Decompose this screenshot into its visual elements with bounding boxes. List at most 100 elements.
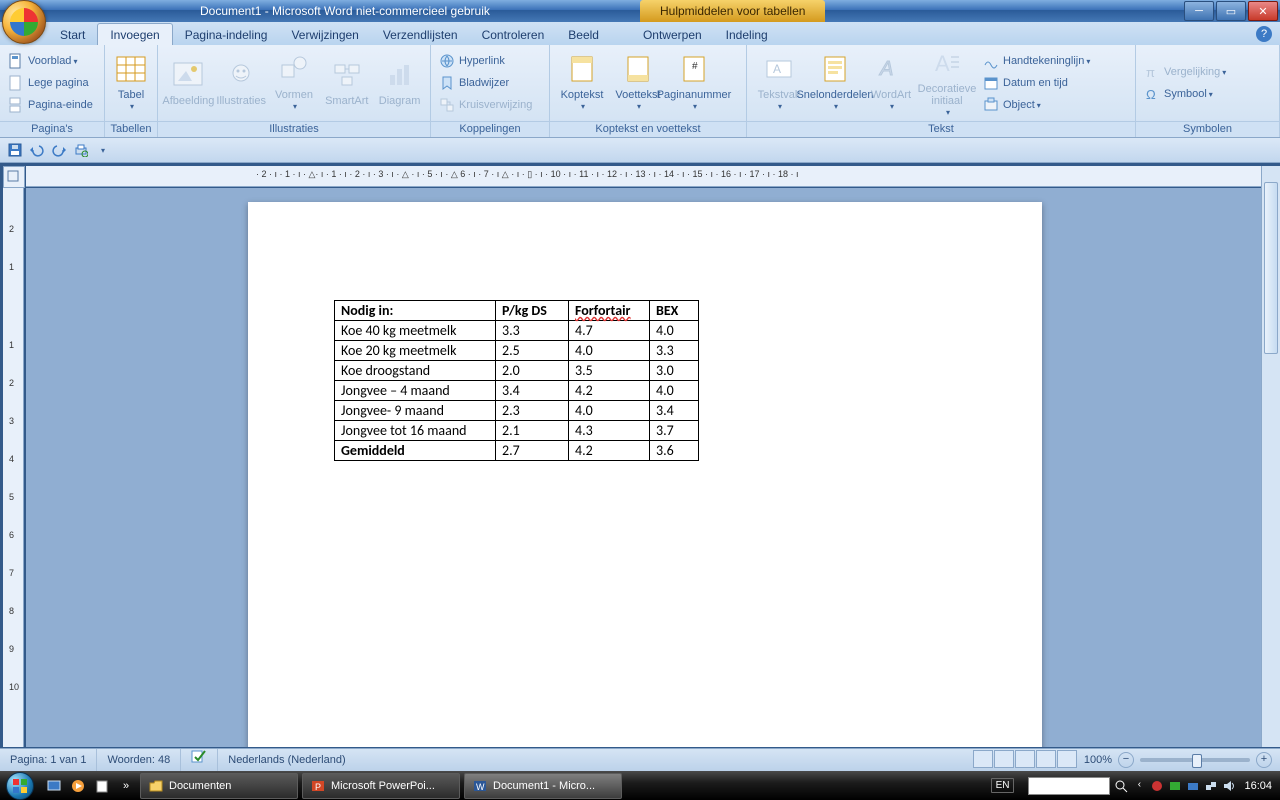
table-cell[interactable]: 2.1 [496,421,569,441]
table-cell[interactable]: Gemiddeld [335,441,496,461]
status-proofing[interactable] [181,749,218,771]
zoom-slider[interactable] [1140,758,1250,762]
bladwijzer-button[interactable]: Bladwijzer [435,72,536,94]
office-button[interactable] [2,0,46,44]
tab-start[interactable]: Start [48,24,97,45]
table-cell[interactable]: 4.0 [569,341,650,361]
table-cell[interactable]: 2.3 [496,401,569,421]
table-cell[interactable]: 3.6 [650,441,699,461]
table-cell[interactable]: 4.0 [650,381,699,401]
table-cell[interactable]: 2.7 [496,441,569,461]
tray-icon-1[interactable] [1150,779,1164,793]
table-cell[interactable]: Jongvee – 4 maand [335,381,496,401]
taskbar-item-powerpoint[interactable]: PMicrosoft PowerPoi... [302,773,460,799]
table-cell[interactable]: Koe 40 kg meetmelk [335,321,496,341]
datum-tijd-button[interactable]: Datum en tijd [979,72,1094,94]
object-button[interactable]: Object▾ [979,94,1094,116]
view-buttons[interactable] [973,750,1078,771]
table-cell[interactable]: Koe 20 kg meetmelk [335,341,496,361]
table-header[interactable]: P/kg DS [496,301,569,321]
table-cell[interactable]: 2.5 [496,341,569,361]
ql-show-desktop[interactable] [44,776,64,796]
status-language[interactable]: Nederlands (Nederland) [218,749,355,771]
clock[interactable]: 16:04 [1244,780,1272,792]
vertical-scrollbar[interactable] [1261,166,1280,747]
tray-icon-3[interactable] [1186,779,1200,793]
input-language[interactable]: EN [991,778,1015,793]
tab-verzendlijsten[interactable]: Verzendlijsten [371,24,470,45]
horizontal-ruler[interactable]: · 2 · ı · 1 · ı · △· ı · 1 · ı · 2 · ı ·… [26,166,1262,187]
lege-pagina-button[interactable]: Lege pagina [4,72,97,94]
taskbar-item-word[interactable]: WDocument1 - Micro... [464,773,622,799]
status-words[interactable]: Woorden: 48 [97,749,181,771]
hyperlink-button[interactable]: Hyperlink [435,50,536,72]
handtekeninglijn-button[interactable]: Handtekeninglijn▾ [979,50,1094,72]
smartart-button[interactable]: SmartArt [320,47,373,119]
table-cell[interactable]: 3.4 [496,381,569,401]
document-table[interactable]: Nodig in: P/kg DS Forfortair BEX Koe 40 … [334,300,699,461]
koptekst-button[interactable]: Koptekst▾ [554,47,610,119]
table-cell[interactable]: 4.3 [569,421,650,441]
save-button[interactable] [6,141,24,159]
table-cell[interactable]: 4.0 [650,321,699,341]
vergelijking-button[interactable]: πVergelijking▾ [1140,61,1230,83]
minimize-button[interactable]: ─ [1184,1,1214,21]
close-button[interactable]: ✕ [1248,1,1278,21]
symbool-button[interactable]: ΩSymbool▾ [1140,83,1230,105]
table-cell[interactable]: 3.3 [650,341,699,361]
snelonderdelen-button[interactable]: Snelonderdelen▾ [807,47,863,119]
zoom-in-button[interactable]: + [1256,752,1272,768]
zoom-level[interactable]: 100% [1078,754,1118,766]
table-cell[interactable]: 4.7 [569,321,650,341]
vormen-button[interactable]: Vormen▾ [268,47,321,119]
table-header[interactable]: BEX [650,301,699,321]
tekstvak-button[interactable]: ATekstvak▾ [751,47,807,119]
ql-more[interactable]: » [116,776,136,796]
table-cell[interactable]: 3.4 [650,401,699,421]
table-cell[interactable]: 4.2 [569,381,650,401]
table-cell[interactable]: 3.3 [496,321,569,341]
tab-verwijzingen[interactable]: Verwijzingen [279,24,370,45]
redo-button[interactable] [50,141,68,159]
table-cell[interactable]: 3.5 [569,361,650,381]
tray-volume-icon[interactable] [1222,779,1236,793]
help-button[interactable]: ? [1256,26,1272,42]
document-area[interactable]: Nodig in: P/kg DS Forfortair BEX Koe 40 … [26,188,1262,747]
ql-media-player[interactable] [68,776,88,796]
kruisverwijzing-button[interactable]: Kruisverwijzing [435,94,536,116]
desktop-search-input[interactable] [1028,777,1110,795]
tab-ontwerpen[interactable]: Ontwerpen [631,24,714,45]
table-cell[interactable]: Koe droogstand [335,361,496,381]
tray-network-icon[interactable] [1204,779,1218,793]
scrollbar-thumb[interactable] [1264,182,1278,354]
undo-button[interactable] [28,141,46,159]
tab-indeling[interactable]: Indeling [714,24,780,45]
page[interactable]: Nodig in: P/kg DS Forfortair BEX Koe 40 … [248,202,1042,747]
ql-explorer[interactable] [92,776,112,796]
tray-expand-icon[interactable]: ‹ [1132,779,1146,793]
table-cell[interactable]: Jongvee- 9 maand [335,401,496,421]
table-cell[interactable]: 2.0 [496,361,569,381]
status-page[interactable]: Pagina: 1 van 1 [0,749,97,771]
start-button[interactable] [0,771,40,800]
diagram-button[interactable]: Diagram [373,47,426,119]
tab-controleren[interactable]: Controleren [470,24,557,45]
table-cell[interactable]: 3.7 [650,421,699,441]
wordart-button[interactable]: AWordArt▾ [863,47,919,119]
tabel-button[interactable]: Tabel▾ [109,47,153,119]
table-cell[interactable]: Jongvee tot 16 maand [335,421,496,441]
voettekst-button[interactable]: Voettekst▾ [610,47,666,119]
table-cell[interactable]: 3.0 [650,361,699,381]
tab-invoegen[interactable]: Invoegen [97,23,172,45]
tray-icon-2[interactable] [1168,779,1182,793]
afbeelding-button[interactable]: Afbeelding [162,47,215,119]
table-cell[interactable]: 4.0 [569,401,650,421]
paginanummer-button[interactable]: #Paginanummer▾ [666,47,722,119]
maximize-button[interactable]: ▭ [1216,1,1246,21]
zoom-out-button[interactable]: − [1118,752,1134,768]
print-preview-button[interactable] [72,141,90,159]
qat-customize-button[interactable]: ▾ [94,141,112,159]
pagina-einde-button[interactable]: Pagina-einde [4,94,97,116]
tab-beeld[interactable]: Beeld [556,24,611,45]
search-icon[interactable] [1114,779,1128,793]
